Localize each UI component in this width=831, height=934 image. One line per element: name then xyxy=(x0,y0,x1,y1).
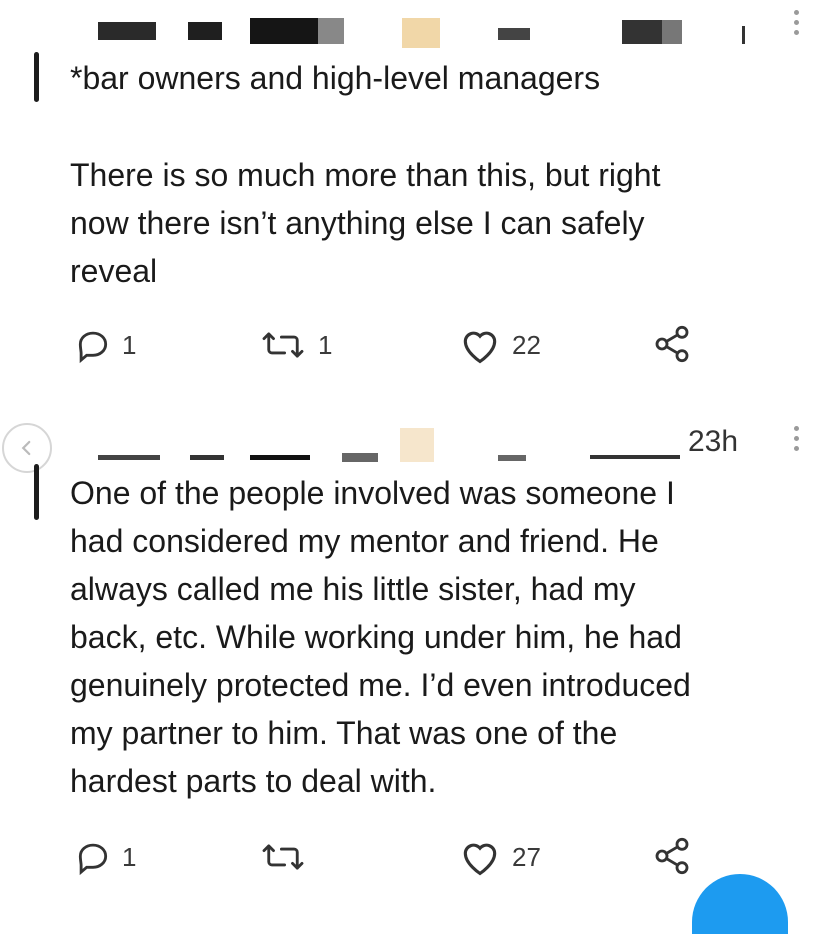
thread-connector xyxy=(34,464,39,520)
timestamp[interactable]: 23h xyxy=(688,425,738,459)
like-button[interactable]: 27 xyxy=(458,836,541,878)
like-icon xyxy=(463,843,497,876)
share-icon xyxy=(655,325,689,363)
tweet-text-line: *bar owners and high-level managers xyxy=(70,60,601,96)
thread-connector xyxy=(34,52,39,102)
more-options-icon[interactable] xyxy=(794,426,800,451)
reply-count: 1 xyxy=(122,841,137,872)
share-button[interactable] xyxy=(652,836,692,876)
reply-icon xyxy=(78,843,108,876)
reply-button[interactable]: 1 xyxy=(74,838,136,876)
reply-button[interactable]: 1 xyxy=(74,326,136,364)
tweet-text: One of the people involved was someone I… xyxy=(70,475,691,799)
retweet-button[interactable] xyxy=(258,838,318,876)
tweet-text: There is so much more than this, but rig… xyxy=(70,157,661,289)
retweet-count: 1 xyxy=(318,329,333,360)
chevron-left-icon xyxy=(21,440,31,456)
like-button[interactable]: 22 xyxy=(458,324,541,366)
like-count: 27 xyxy=(512,841,541,872)
like-icon xyxy=(463,331,497,364)
retweet-icon xyxy=(262,332,304,358)
share-button[interactable] xyxy=(652,324,692,364)
compose-button[interactable] xyxy=(692,874,788,934)
like-count: 22 xyxy=(512,329,541,360)
retweet-icon xyxy=(262,844,304,870)
reply-count: 1 xyxy=(122,329,137,360)
share-icon xyxy=(655,837,689,875)
more-options-icon[interactable] xyxy=(794,10,800,35)
reply-icon xyxy=(78,331,108,364)
carousel-previous-button[interactable] xyxy=(2,423,52,473)
retweet-button[interactable]: 1 xyxy=(258,326,332,364)
